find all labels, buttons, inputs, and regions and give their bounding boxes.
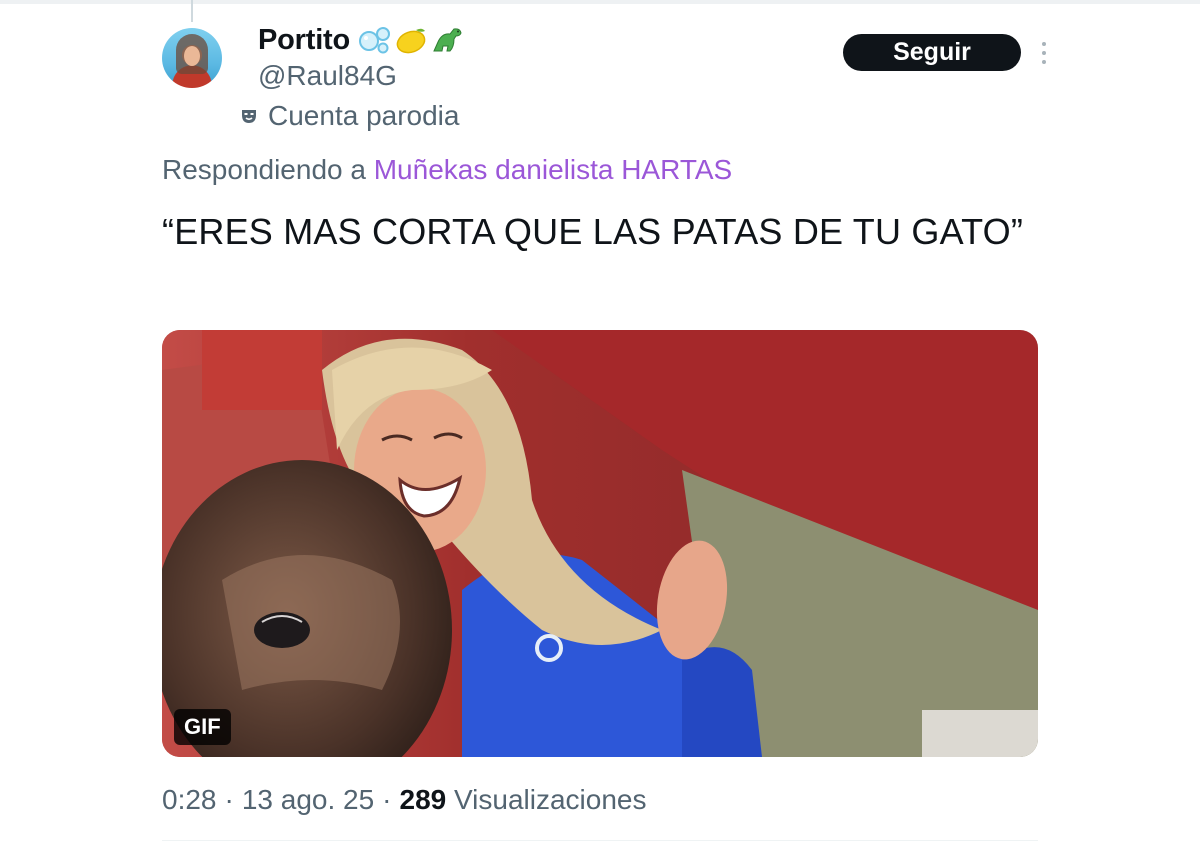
tweet-date[interactable]: 13 ago. 25 <box>242 784 374 815</box>
avatar[interactable] <box>162 28 222 88</box>
tweet-metadata: 0:28 · 13 ago. 25 · 289 Visualizaciones <box>162 784 647 816</box>
bottom-divider <box>162 840 1038 841</box>
name-emojis <box>358 25 464 55</box>
dinosaur-emoji-icon <box>433 28 462 52</box>
meta-separator: · <box>382 784 392 815</box>
follow-button[interactable]: Seguir <box>843 34 1021 71</box>
author-display-name[interactable]: Portito <box>258 24 350 57</box>
theater-mask-icon <box>240 107 258 125</box>
more-options-icon[interactable] <box>1032 40 1056 66</box>
lemon-emoji-icon <box>396 28 426 54</box>
gif-badge: GIF <box>174 709 231 745</box>
replying-to-line: Respondiendo a Muñekas danielista HARTAS <box>162 154 732 186</box>
parody-account-label: Cuenta parodia <box>268 100 460 131</box>
replying-to-prefix: Respondiendo a <box>162 154 374 185</box>
author-name-row: Portito <box>258 20 464 60</box>
thread-connector-line <box>191 0 193 22</box>
tweet-text: “ERES MAS CORTA QUE LAS PATAS DE TU GATO… <box>162 211 1024 252</box>
author-handle[interactable]: @Raul84G <box>258 60 397 92</box>
parody-account-row: Cuenta parodia <box>240 100 459 132</box>
top-divider <box>0 0 1200 4</box>
gif-media[interactable]: GIF <box>162 330 1038 757</box>
views-count: 289 <box>399 784 447 815</box>
gif-frame-image <box>162 330 1038 757</box>
views-label: Visualizaciones <box>454 784 647 815</box>
reply-target-link[interactable]: Muñekas danielista HARTAS <box>374 154 732 185</box>
bubbles-emoji-icon <box>359 27 391 54</box>
meta-separator: · <box>224 784 234 815</box>
tweet-time[interactable]: 0:28 <box>162 784 217 815</box>
